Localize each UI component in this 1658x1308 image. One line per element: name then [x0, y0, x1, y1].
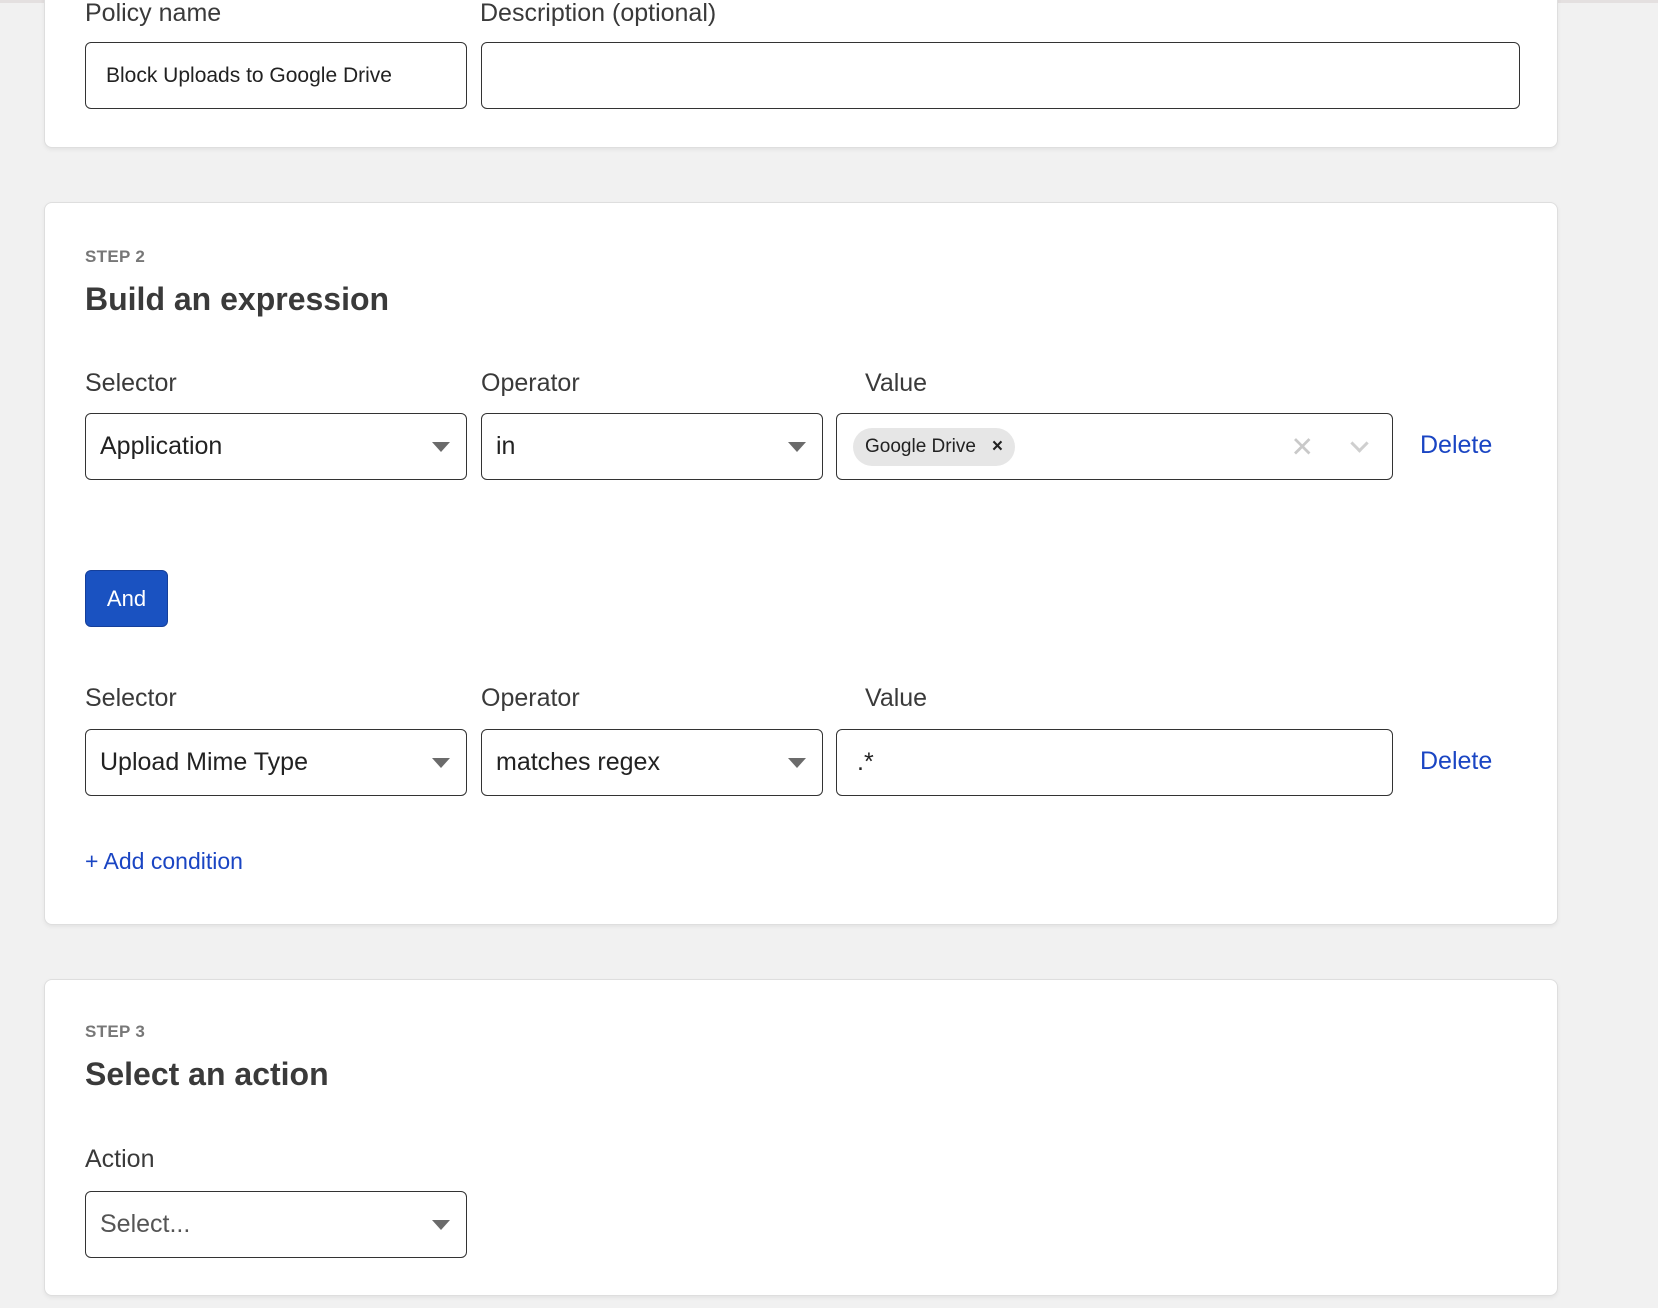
step2-label: STEP 2 — [85, 247, 146, 266]
value-chip: Google Drive × — [853, 427, 1015, 466]
value-input-2[interactable]: .* — [836, 729, 1393, 796]
value-text-2: .* — [857, 748, 874, 776]
chip-remove-icon[interactable]: × — [992, 436, 1003, 458]
action-dropdown[interactable]: Select... — [85, 1191, 467, 1258]
step3-heading: Select an action — [85, 1056, 329, 1092]
action-placeholder: Select... — [100, 1210, 191, 1238]
description-input[interactable] — [481, 42, 1520, 109]
operator-label-1: Operator — [481, 369, 580, 397]
policy-name-value: Block Uploads to Google Drive — [106, 63, 392, 87]
value-multiselect-1[interactable]: Google Drive × ✕ — [836, 413, 1393, 480]
step2-card: STEP 2 Build an expression Selector Oper… — [44, 202, 1558, 925]
selector-dropdown-1[interactable]: Application — [85, 413, 467, 480]
caret-down-icon — [432, 441, 450, 452]
caret-down-icon — [432, 757, 450, 768]
delete-condition-1-link[interactable]: Delete — [1420, 431, 1492, 460]
policy-name-label: Policy name — [85, 0, 222, 27]
and-operator-button[interactable]: And — [85, 570, 168, 627]
operator-dropdown-1[interactable]: in — [481, 413, 823, 480]
operator-value-1: in — [496, 432, 516, 460]
selector-dropdown-2[interactable]: Upload Mime Type — [85, 729, 467, 796]
operator-dropdown-2[interactable]: matches regex — [481, 729, 823, 796]
step3-label: STEP 3 — [85, 1022, 146, 1041]
chevron-down-icon[interactable] — [1350, 433, 1369, 453]
delete-condition-2-link[interactable]: Delete — [1420, 747, 1492, 776]
chip-label: Google Drive — [865, 435, 976, 457]
description-label: Description (optional) — [480, 0, 717, 27]
clear-all-icon[interactable]: ✕ — [1291, 430, 1314, 463]
selector-value-2: Upload Mime Type — [100, 748, 308, 776]
operator-value-2: matches regex — [496, 748, 660, 776]
selector-value-1: Application — [100, 432, 223, 460]
action-label: Action — [85, 1145, 155, 1173]
selector-label-1: Selector — [85, 369, 177, 397]
step1-card: Policy name Description (optional) Block… — [44, 0, 1558, 148]
caret-down-icon — [432, 1219, 450, 1230]
operator-label-2: Operator — [481, 684, 580, 712]
policy-name-input[interactable]: Block Uploads to Google Drive — [85, 42, 467, 109]
step2-heading: Build an expression — [85, 281, 390, 317]
caret-down-icon — [788, 757, 806, 768]
caret-down-icon — [788, 441, 806, 452]
add-condition-link[interactable]: + Add condition — [85, 848, 243, 875]
selector-label-2: Selector — [85, 684, 177, 712]
value-label-1: Value — [865, 369, 928, 397]
value-label-2: Value — [865, 684, 928, 712]
step3-card: STEP 3 Select an action Action Select... — [44, 979, 1558, 1296]
